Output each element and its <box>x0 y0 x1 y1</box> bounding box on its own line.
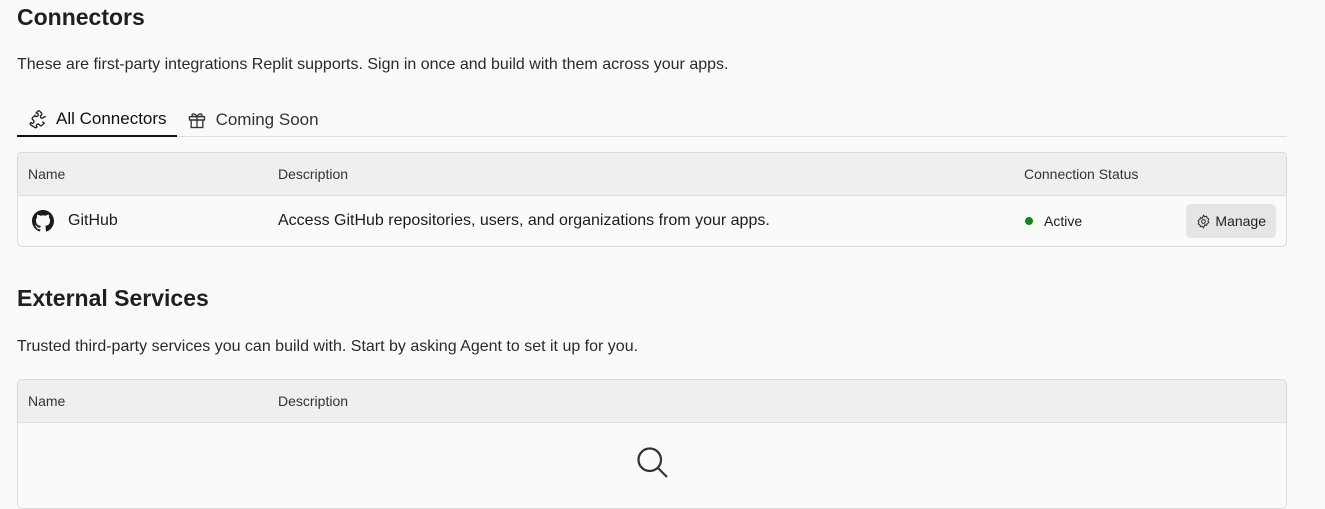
tab-label: Coming Soon <box>215 109 319 129</box>
column-description: Description <box>278 166 349 182</box>
column-name: Name <box>28 393 66 409</box>
column-description: Description <box>278 393 349 409</box>
gear-icon <box>1197 213 1210 229</box>
column-name: Name <box>28 166 66 182</box>
status-dot-icon <box>1025 217 1033 225</box>
manage-button[interactable]: Manage <box>1186 204 1276 238</box>
table-header: Name Description <box>18 380 1286 423</box>
external-services-description: Trusted third-party services you can bui… <box>17 338 639 355</box>
connectors-description: These are first-party integrations Repli… <box>17 56 729 73</box>
tab-all-connectors[interactable]: All Connectors <box>17 102 177 137</box>
table-header: Name Description Connection Status <box>18 153 1286 196</box>
tab-coming-soon[interactable]: Coming Soon <box>177 102 329 137</box>
puzzle-icon <box>29 109 47 128</box>
gift-icon <box>188 112 205 128</box>
column-connection-status: Connection Status <box>1024 166 1139 182</box>
connectors-title: Connectors <box>17 4 145 30</box>
search-icon <box>637 447 668 478</box>
connector-name: GitHub <box>68 212 118 229</box>
connectors-table: Name Description Connection Status GitHu… <box>17 152 1287 247</box>
status-badge: Active <box>1044 213 1083 229</box>
github-icon <box>32 210 55 232</box>
manage-label: Manage <box>1215 213 1266 229</box>
connector-tabs: All Connectors Coming Soon <box>17 102 1287 137</box>
tab-label: All Connectors <box>56 108 167 128</box>
external-services-title: External Services <box>17 285 209 311</box>
connector-description: Access GitHub repositories, users, and o… <box>278 212 770 229</box>
table-row: GitHub Access GitHub repositories, users… <box>18 196 1286 246</box>
